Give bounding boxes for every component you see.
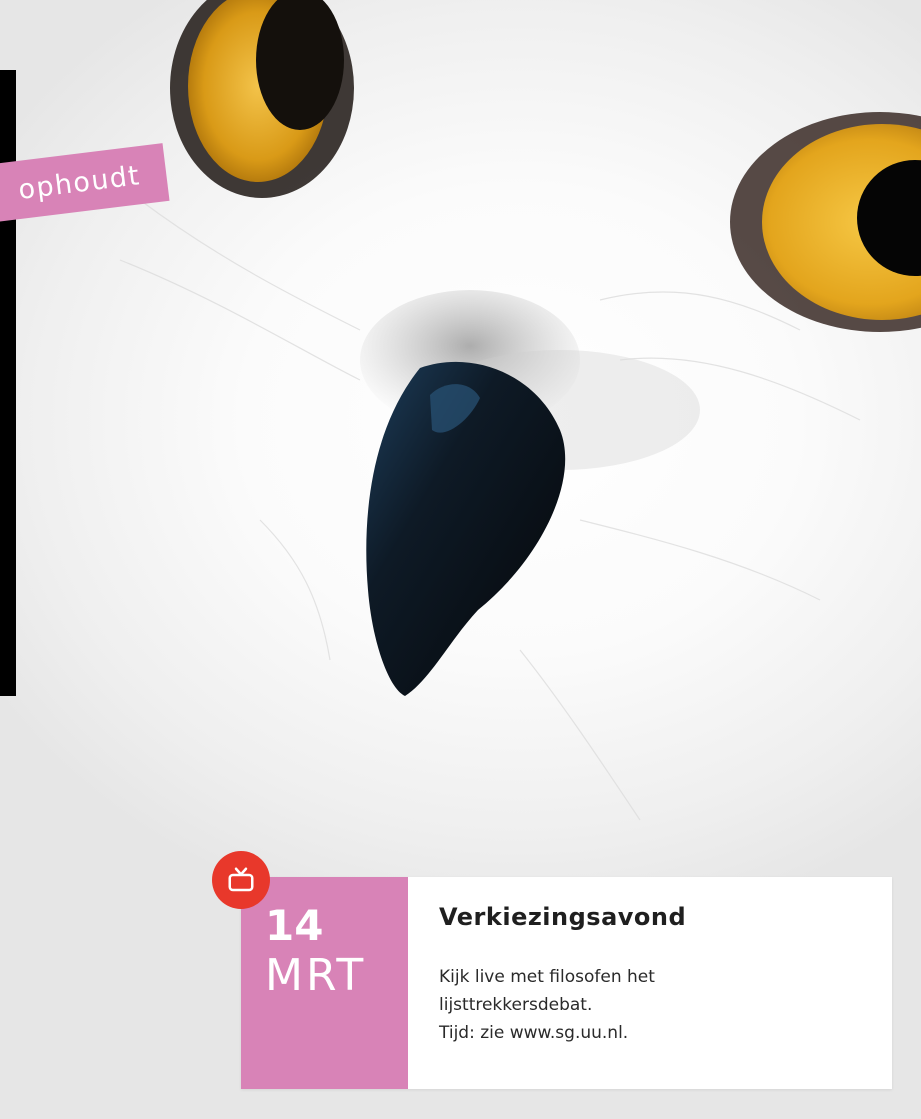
- event-description-line: lijsttrekkersdebat.: [439, 995, 593, 1015]
- event-title[interactable]: Verkiezingsavond: [439, 903, 862, 931]
- event-description: Kijk live met filosofen het lijsttrekker…: [439, 963, 862, 1047]
- owl-left-eye: [170, 0, 354, 198]
- event-description-line: Kijk live met filosofen het: [439, 967, 655, 987]
- event-date-block: 14 MRT: [241, 877, 408, 1089]
- event-body: Verkiezingsavond Kijk live met filosofen…: [408, 877, 892, 1089]
- event-description-line: Tijd: zie www.sg.uu.nl.: [439, 1023, 629, 1043]
- headline-tag-text: ophoudt: [16, 159, 143, 206]
- owl-right-eye: [730, 112, 921, 332]
- event-date-month: MRT: [265, 950, 367, 1001]
- event-date-day: 14: [265, 901, 324, 950]
- tv-icon: [228, 867, 254, 892]
- event-card[interactable]: 14 MRT Verkiezingsavond Kijk live met fi…: [241, 877, 892, 1089]
- tv-badge: [212, 851, 270, 909]
